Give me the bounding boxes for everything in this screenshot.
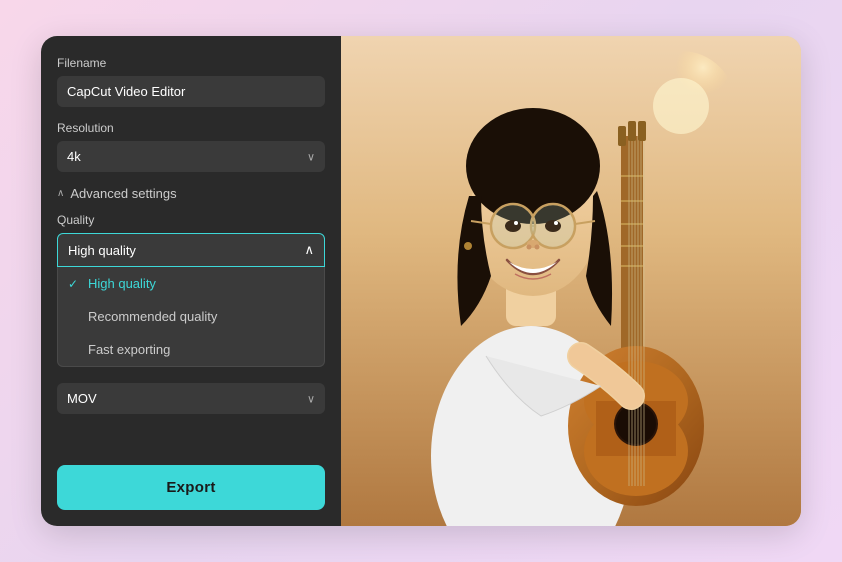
- quality-option-fast-label: Fast exporting: [88, 342, 170, 357]
- export-button[interactable]: Export: [57, 465, 325, 510]
- quality-dropdown: High quality ∧ ✓ High quality Recommende…: [57, 233, 325, 367]
- left-panel: Filename Resolution 720p 1080p 2k 4k ∨ ∧…: [41, 36, 341, 526]
- quality-option-recommended-label: Recommended quality: [88, 309, 217, 324]
- advanced-settings-toggle[interactable]: ∧ Advanced settings: [57, 186, 325, 201]
- format-select-wrapper: MOV MP4 AVI GIF ∨: [57, 383, 325, 414]
- quality-option-recommended[interactable]: Recommended quality: [58, 300, 324, 333]
- quality-label: Quality: [57, 213, 325, 227]
- format-select[interactable]: MOV MP4 AVI GIF: [57, 383, 325, 414]
- filename-input[interactable]: [57, 76, 325, 107]
- quality-selected-value: High quality: [68, 243, 136, 258]
- quality-options-list: ✓ High quality Recommended quality Fast …: [57, 267, 325, 367]
- resolution-select-wrapper: 720p 1080p 2k 4k ∨: [57, 141, 325, 172]
- resolution-select[interactable]: 720p 1080p 2k 4k: [57, 141, 325, 172]
- resolution-label: Resolution: [57, 121, 325, 135]
- quality-chevron-up-icon: ∧: [304, 242, 314, 258]
- photo-content: [341, 36, 801, 526]
- quality-checkmark-icon: ✓: [68, 277, 78, 291]
- advanced-settings-label: Advanced settings: [70, 186, 176, 201]
- quality-option-high-label: High quality: [88, 276, 156, 291]
- app-container: Filename Resolution 720p 1080p 2k 4k ∨ ∧…: [41, 36, 801, 526]
- filename-label: Filename: [57, 56, 325, 70]
- quality-option-fast[interactable]: Fast exporting: [58, 333, 324, 366]
- quality-dropdown-header[interactable]: High quality ∧: [57, 233, 325, 267]
- advanced-chevron-up-icon: ∧: [57, 188, 64, 199]
- quality-option-high[interactable]: ✓ High quality: [58, 267, 324, 300]
- right-panel: [341, 36, 801, 526]
